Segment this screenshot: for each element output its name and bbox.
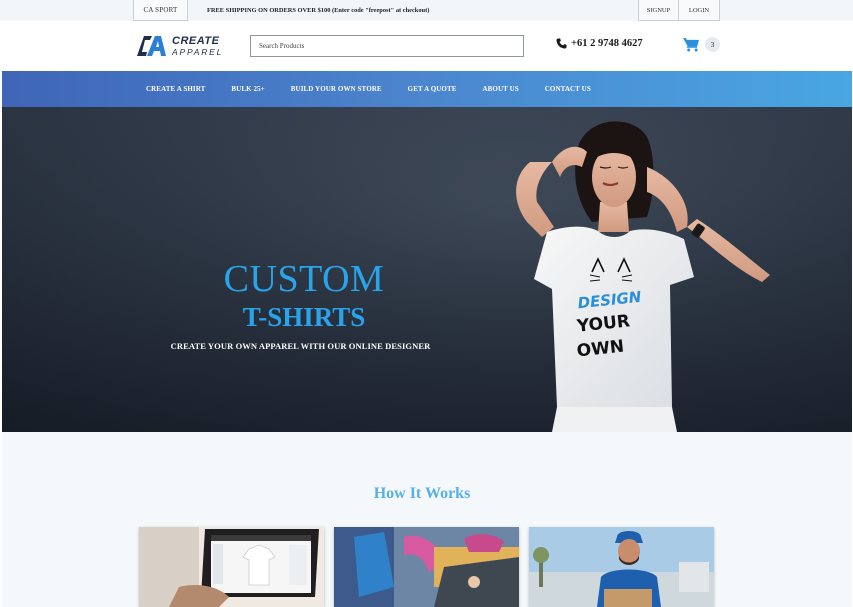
nav-item-get-a-quote[interactable]: GET A QUOTE: [408, 85, 457, 93]
hero-title-tshirts: T-SHIRTS: [242, 302, 366, 332]
logo-mark-icon: [137, 36, 166, 56]
login-button[interactable]: LOGIN: [679, 0, 720, 21]
search-input[interactable]: [250, 35, 524, 57]
site-logo[interactable]: CREATE APPAREL: [135, 35, 223, 57]
top-bar: CA SPORT FREE SHIPPING ON ORDERS OVER $1…: [0, 0, 853, 21]
nav-item-contact-us[interactable]: CONTACT US: [545, 85, 591, 93]
main-nav: CREATE A SHIRT BULK 25+ BUILD YOUR OWN S…: [2, 71, 852, 107]
how-it-works-section: How It Works: [2, 432, 852, 607]
signup-button[interactable]: SIGNUP: [638, 0, 679, 21]
how-it-works-heading: How It Works: [373, 485, 471, 502]
screen-printing-photo: [334, 527, 519, 607]
step-card-design[interactable]: [139, 527, 324, 607]
nav-item-about-us[interactable]: ABOUT US: [483, 85, 519, 93]
nav-item-build-your-own-store[interactable]: BUILD YOUR OWN STORE: [291, 85, 382, 93]
phone-number[interactable]: +61 2 9748 4627: [556, 38, 643, 49]
ca-sport-link[interactable]: CA SPORT: [133, 0, 188, 21]
laptop-designer-photo: [139, 527, 324, 607]
auth-links: SIGNUP LOGIN: [638, 0, 720, 21]
nav-item-bulk[interactable]: BULK 25+: [231, 85, 264, 93]
free-shipping-notice: FREE SHIPPING ON ORDERS OVER $100 (Enter…: [207, 7, 430, 14]
delivery-courier-photo: [529, 527, 714, 607]
nav-item-create-a-shirt[interactable]: CREATE A SHIRT: [146, 85, 205, 93]
phone-number-text: +61 2 9748 4627: [571, 38, 643, 49]
step-card-deliver[interactable]: [529, 527, 714, 607]
hero-banner: DESIGN YOUR OWN CUSTOM T-SHIRTS CREATE Y…: [2, 107, 852, 432]
step-card-print[interactable]: [334, 527, 519, 607]
logo-text-create: CREATE: [172, 34, 220, 47]
hero-title-custom: CUSTOM: [223, 258, 385, 300]
phone-icon: [556, 38, 567, 49]
hero-subtitle: CREATE YOUR OWN APPAREL WITH OUR ONLINE …: [170, 341, 431, 351]
logo-text-apparel: APPAREL: [172, 46, 224, 57]
shopping-cart-icon: [683, 37, 699, 52]
cart-count-badge: 3: [705, 37, 720, 52]
cart-button[interactable]: 3: [683, 37, 720, 52]
site-header: CREATE APPAREL +61 2 9748 4627 3: [0, 21, 853, 71]
